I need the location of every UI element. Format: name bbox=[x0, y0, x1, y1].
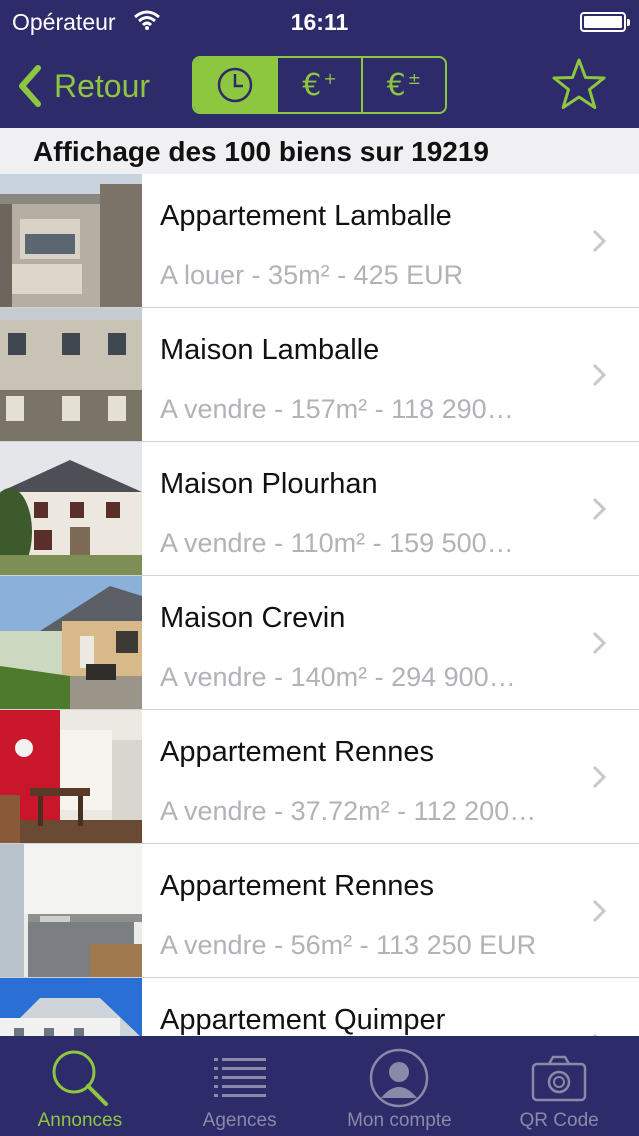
tab-label: Mon compte bbox=[347, 1110, 452, 1131]
property-photo bbox=[0, 844, 142, 977]
listing-list: Appartement Lamballe A louer - 35m² - 42… bbox=[0, 174, 639, 1036]
chevron-right-icon bbox=[592, 229, 607, 253]
clock-icon bbox=[217, 67, 253, 103]
listing-row[interactable]: Appartement Quimper bbox=[0, 978, 639, 1036]
back-label: Retour bbox=[54, 67, 151, 104]
list-icon bbox=[213, 1058, 266, 1097]
listing-row[interactable]: Appartement Rennes A vendre - 56m² - 113… bbox=[0, 844, 639, 978]
sort-segmented-control: € + € ± bbox=[192, 56, 447, 114]
sort-by-date-segment[interactable] bbox=[194, 58, 277, 112]
camera-icon bbox=[531, 1055, 587, 1102]
sort-by-price-ascending-segment[interactable]: € + bbox=[276, 58, 360, 112]
chevron-right-icon bbox=[592, 765, 607, 789]
listing-title: Appartement Quimper bbox=[160, 1004, 446, 1036]
property-photo bbox=[0, 174, 142, 307]
navigation-bar: Opérateur 16:11 Retour € + € ± bbox=[0, 0, 639, 128]
chevron-right-icon bbox=[592, 899, 607, 923]
tab-qr-code[interactable]: QR Code bbox=[479, 1036, 639, 1136]
listing-row[interactable]: Maison Crevin A vendre - 140m² - 294 900… bbox=[0, 576, 639, 710]
listing-subtitle: A vendre - 110m² - 159 500… bbox=[160, 528, 514, 558]
results-count: Affichage des 100 biens sur 19219 bbox=[33, 136, 489, 167]
listing-subtitle: A vendre - 140m² - 294 900… bbox=[160, 662, 516, 692]
listing-row[interactable]: Maison Plourhan A vendre - 110m² - 159 5… bbox=[0, 442, 639, 576]
chevron-right-icon bbox=[592, 363, 607, 387]
listing-title: Appartement Lamballe bbox=[160, 200, 452, 232]
property-photo bbox=[0, 978, 142, 1036]
status-bar: Opérateur 16:11 bbox=[0, 0, 639, 44]
status-time: 16:11 bbox=[290, 9, 349, 35]
chevron-right-icon bbox=[592, 497, 607, 521]
tab-label: Agences bbox=[202, 1110, 277, 1131]
listing-subtitle: A louer - 35m² - 425 EUR bbox=[160, 260, 464, 290]
listing-row[interactable]: Appartement Rennes A vendre - 37.72m² - … bbox=[0, 710, 639, 844]
chevron-left-icon bbox=[19, 65, 41, 107]
property-photo bbox=[0, 710, 142, 843]
star-icon[interactable] bbox=[550, 56, 608, 114]
listing-title: Maison Lamballe bbox=[160, 334, 380, 366]
tab-label: Annonces bbox=[37, 1110, 123, 1131]
user-icon bbox=[370, 1048, 429, 1108]
listing-title: Appartement Rennes bbox=[160, 736, 435, 768]
listing-title: Appartement Rennes bbox=[160, 870, 435, 902]
tab-bar: Annonces Agences Mon compte QR Code bbox=[0, 1036, 639, 1136]
property-photo bbox=[0, 576, 142, 709]
listing-subtitle: A vendre - 56m² - 113 250 EUR bbox=[160, 930, 537, 960]
listing-title: Maison Crevin bbox=[160, 602, 346, 634]
euro-up-icon: € + bbox=[302, 67, 337, 103]
search-icon bbox=[52, 1050, 108, 1106]
tab-mon-compte[interactable]: Mon compte bbox=[320, 1036, 480, 1136]
listing-row[interactable]: Appartement Lamballe A louer - 35m² - 42… bbox=[0, 174, 639, 308]
listing-subtitle: A vendre - 157m² - 118 290… bbox=[160, 394, 514, 424]
listing-row[interactable]: Maison Lamballe A vendre - 157m² - 118 2… bbox=[0, 308, 639, 442]
tab-annonces[interactable]: Annonces bbox=[0, 1036, 160, 1136]
property-photo bbox=[0, 308, 142, 441]
battery-icon bbox=[580, 12, 630, 32]
tab-agences[interactable]: Agences bbox=[160, 1036, 320, 1136]
back-button[interactable]: Retour bbox=[14, 62, 150, 110]
chevron-right-icon bbox=[592, 631, 607, 655]
tab-label: QR Code bbox=[519, 1110, 599, 1131]
euro-plusminus-icon: € ± bbox=[386, 67, 422, 103]
sort-by-price-descending-segment[interactable]: € ± bbox=[360, 58, 445, 112]
listing-title: Maison Plourhan bbox=[160, 468, 378, 500]
listing-subtitle: A vendre - 37.72m² - 112 200… bbox=[160, 796, 537, 826]
property-photo bbox=[0, 442, 142, 575]
results-header: Affichage des 100 biens sur 19219 bbox=[0, 128, 639, 174]
